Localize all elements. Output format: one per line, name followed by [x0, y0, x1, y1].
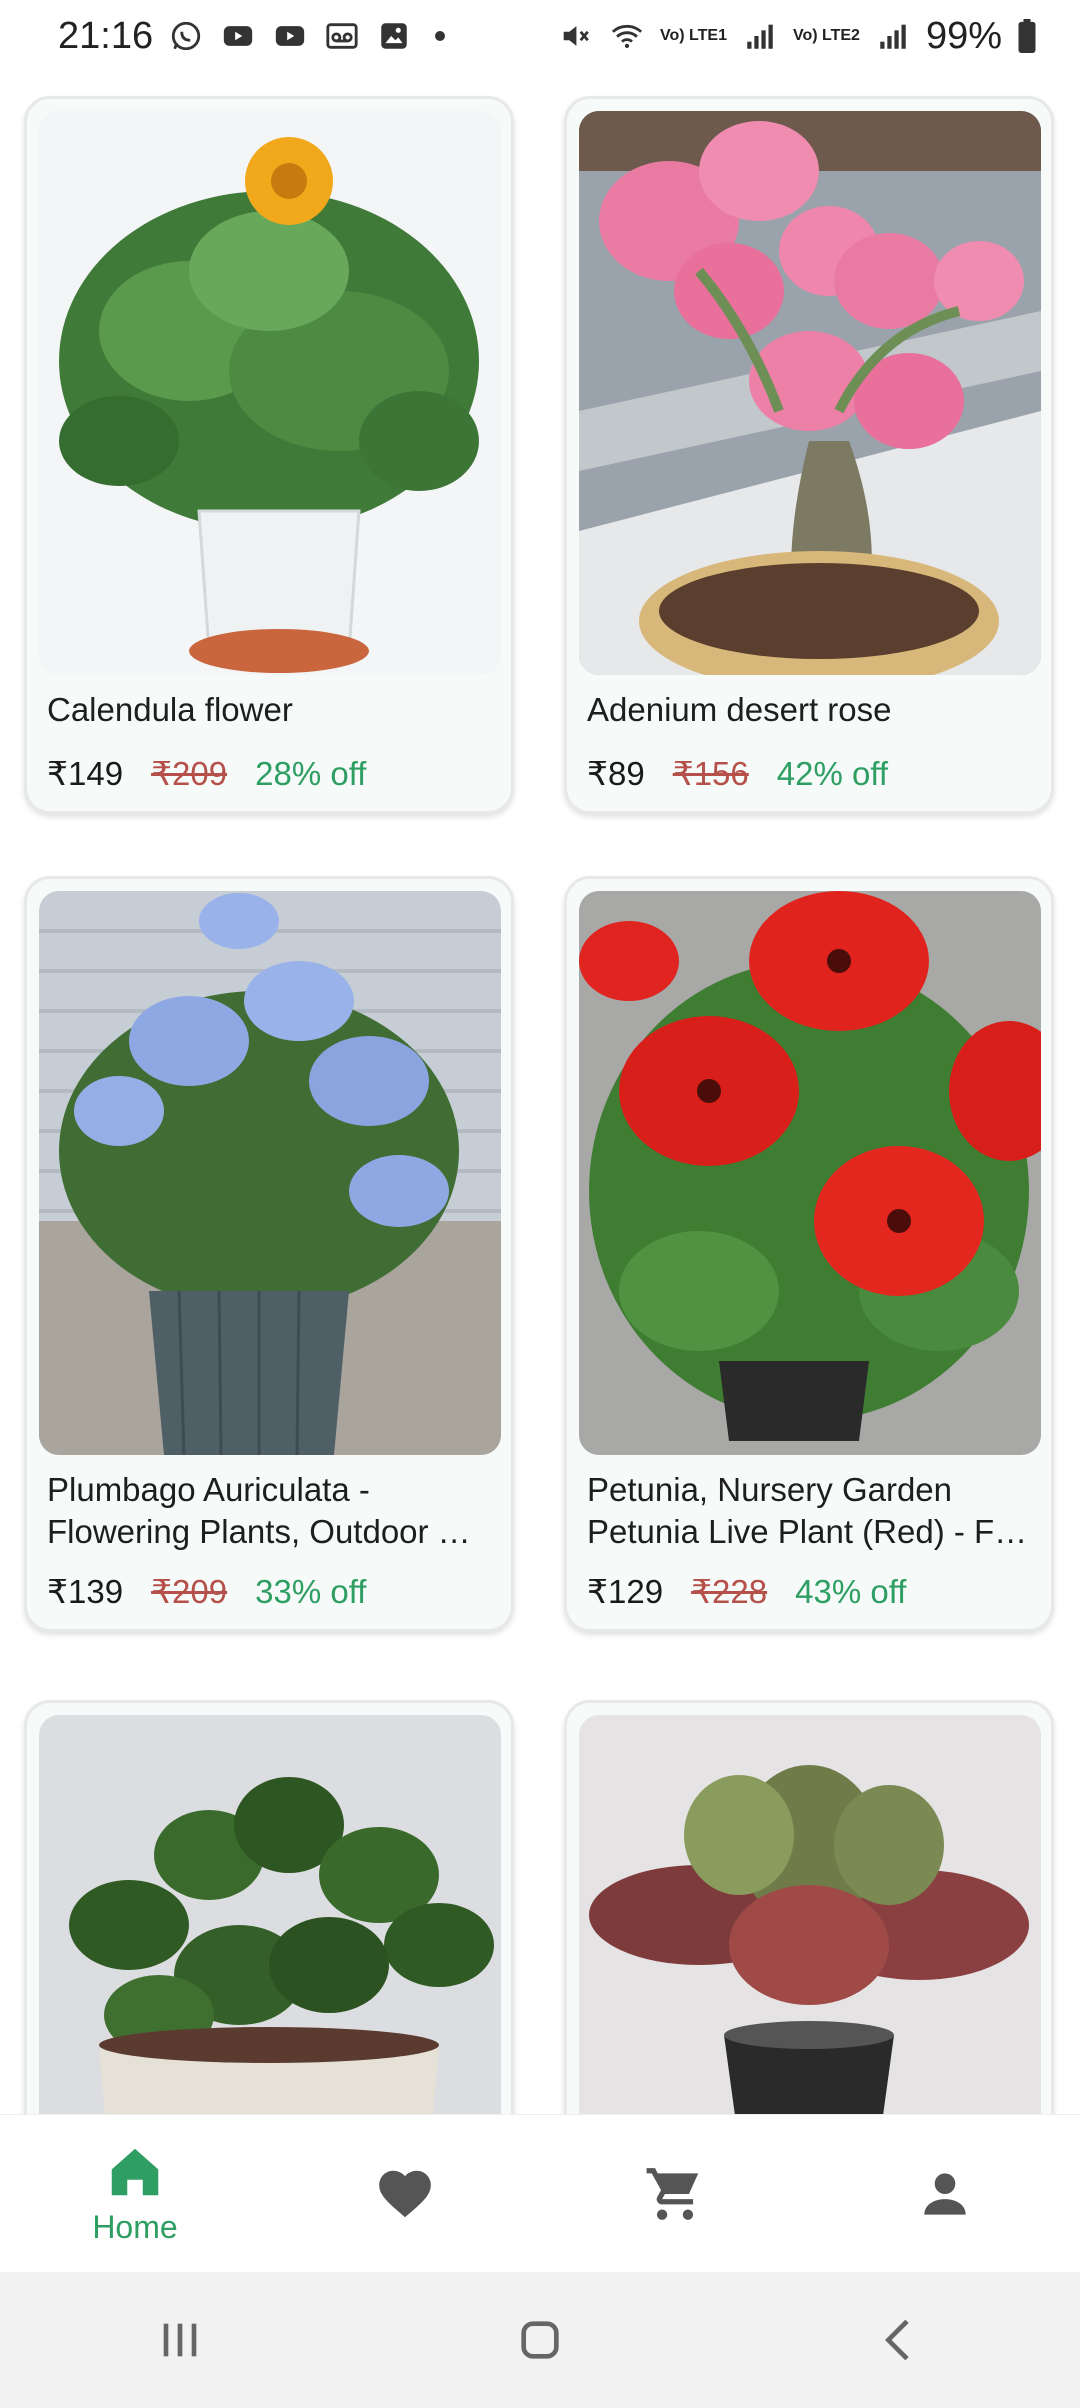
- calendula-photo: [39, 111, 501, 675]
- battery-percent: 99%: [925, 14, 1002, 57]
- home-square-icon: [521, 2321, 559, 2359]
- product-name: Plumbago Auriculata - Flowering Plants, …: [47, 1471, 471, 1550]
- favorite-icon: [379, 2170, 431, 2217]
- product-price: ₹89: [587, 755, 645, 792]
- product-image[interactable]: [39, 111, 501, 675]
- profile-icon: [924, 2172, 966, 2215]
- price-row: ₹89 ₹156 42% off: [587, 754, 888, 793]
- discount-label: 33% off: [255, 1573, 367, 1610]
- nav-cart[interactable]: [585, 2124, 765, 2264]
- product-mrp: ₹209: [151, 1573, 228, 1610]
- nav-home[interactable]: Home: [45, 2124, 225, 2264]
- nav-favorites[interactable]: [315, 2124, 495, 2264]
- status-bar: 21:16 Vo) LTE1 Vo) LTE2 99%: [0, 0, 1080, 72]
- product-image[interactable]: [579, 111, 1041, 675]
- recent-apps-icon: [163, 2323, 197, 2357]
- product-price: ₹139: [47, 1573, 124, 1610]
- price-row: ₹129 ₹228 43% off: [587, 1572, 906, 1611]
- battery-icon: [1016, 19, 1038, 53]
- youtube-icon: [219, 19, 257, 53]
- nav-home-label: Home: [92, 2209, 178, 2245]
- mute-icon: [556, 19, 594, 53]
- recent-apps-button[interactable]: [130, 2290, 230, 2390]
- product-card[interactable]: [564, 1700, 1054, 2114]
- home-icon: [111, 2148, 159, 2196]
- adenium-photo: [579, 111, 1041, 675]
- nav-profile[interactable]: [855, 2124, 1035, 2264]
- product-name: Calendula flower: [47, 691, 293, 728]
- status-time: 21:16: [58, 14, 154, 57]
- notification-dot: [435, 31, 446, 41]
- cart-icon: [646, 2167, 699, 2220]
- product-image[interactable]: [39, 891, 501, 1455]
- product-name: Petunia, Nursery Garden Petunia Live Pla…: [587, 1471, 1028, 1550]
- product-mrp: ₹156: [672, 755, 749, 792]
- app-screen: 21:16 Vo) LTE1 Vo) LTE2 99% Calendula fl…: [0, 0, 1080, 2408]
- product-card[interactable]: Adenium desert rose ₹89 ₹156 42% off: [564, 96, 1054, 814]
- product-price: ₹129: [587, 1573, 664, 1610]
- discount-label: 28% off: [255, 755, 367, 792]
- product-image[interactable]: [579, 891, 1041, 1455]
- petunia-photo: [579, 891, 1041, 1455]
- home-button[interactable]: [490, 2290, 590, 2390]
- product-price: ₹149: [47, 755, 124, 792]
- plumbago-photo: [39, 891, 501, 1455]
- price-row: ₹139 ₹209 33% off: [47, 1572, 366, 1611]
- product-mrp: ₹228: [691, 1573, 768, 1610]
- product-grid[interactable]: Calendula flower ₹149 ₹209 28% off Adeni…: [0, 92, 1080, 2114]
- product-card[interactable]: [24, 1700, 514, 2114]
- product-mrp: ₹209: [151, 755, 228, 792]
- discount-label: 42% off: [776, 755, 889, 792]
- gallery-icon: [375, 19, 413, 53]
- product-card[interactable]: Plumbago Auriculata - Flowering Plants, …: [24, 876, 514, 1632]
- sim1-label: Vo) LTE1: [660, 27, 727, 44]
- sim2-label: Vo) LTE2: [792, 27, 860, 44]
- back-icon: [885, 2319, 909, 2361]
- wifi-icon: [608, 19, 646, 53]
- back-button[interactable]: [850, 2290, 950, 2390]
- signal-icon: [741, 19, 779, 53]
- product-image[interactable]: [579, 1715, 1041, 2114]
- voicemail-icon: [323, 19, 361, 53]
- youtube-icon: [271, 19, 309, 53]
- product-card[interactable]: Petunia, Nursery Garden Petunia Live Pla…: [564, 876, 1054, 1632]
- price-row: ₹149 ₹209 28% off: [47, 754, 366, 793]
- system-navigation-bar: [0, 2272, 1080, 2408]
- peperomia-photo: [39, 1715, 501, 2114]
- product-card[interactable]: Calendula flower ₹149 ₹209 28% off: [24, 96, 514, 814]
- signal-icon: [874, 19, 912, 53]
- product-image[interactable]: [39, 1715, 501, 2114]
- status-right: Vo) LTE1 Vo) LTE2 99%: [556, 15, 1038, 58]
- discount-label: 43% off: [795, 1573, 907, 1610]
- kalanchoe-photo: [579, 1715, 1041, 2114]
- status-left: 21:16: [58, 14, 446, 58]
- whatsapp-icon: [167, 19, 205, 53]
- bottom-navigation: Home: [0, 2114, 1080, 2272]
- product-name: Adenium desert rose: [587, 691, 892, 728]
